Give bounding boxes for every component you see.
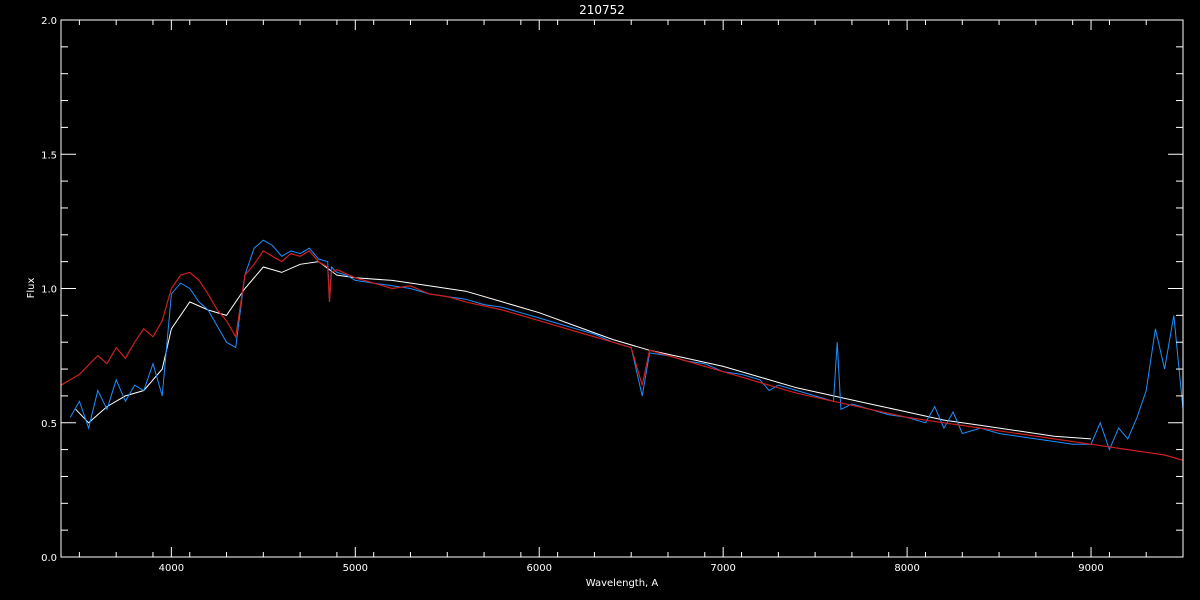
chart-title: 210752 [579,3,625,17]
y-tick-label: 0.0 [41,553,57,564]
y-axis-label: Flux [26,278,37,299]
plot-frame [60,19,1184,558]
y-tick-label: 1.0 [41,285,57,296]
series-line-observed-white [75,261,1092,440]
x-tick-label: 6000 [527,563,552,574]
y-tick-label: 1.5 [41,150,57,161]
series-line-model [60,250,1184,461]
x-axis-ticks: 4000 5000 6000 7000 8000 9000 [78,20,1184,574]
x-axis-label: Wavelength, A [586,578,659,589]
series-layer [60,239,1184,461]
x-tick-label: 8000 [894,563,919,574]
spectrum-plot: 210752 4000 5000 6000 7000 8000 9000 0.0 0.5 1.… [26,3,1184,589]
y-tick-label: 2.0 [41,16,57,27]
x-tick-label: 5000 [343,563,368,574]
y-tick-label: 0.5 [41,419,57,430]
x-tick-label: 7000 [710,563,735,574]
series-line-observed-blue [69,239,1184,451]
x-tick-label: 9000 [1078,563,1103,574]
x-tick-label: 4000 [159,563,184,574]
y-axis-ticks: 0.0 0.5 1.0 1.5 2.0 [41,16,1183,564]
